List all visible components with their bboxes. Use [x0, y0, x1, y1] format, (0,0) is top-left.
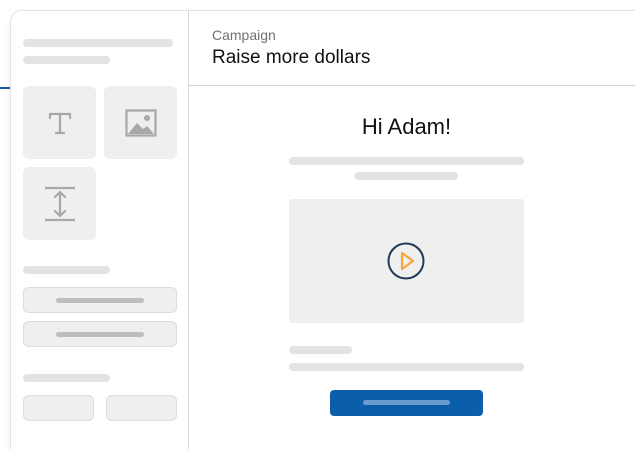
footer-text-placeholder-1 [289, 346, 352, 354]
email-greeting: Hi Adam! [361, 114, 452, 139]
spacer-icon [44, 186, 75, 221]
option-label-placeholder [56, 332, 144, 337]
footer-text-placeholder-2 [289, 363, 524, 371]
play-icon[interactable] [387, 242, 425, 280]
sidebar-heading-placeholder [23, 39, 173, 47]
campaign-header: Campaign Raise more dollars [189, 11, 635, 86]
accent-line [0, 87, 10, 89]
campaign-title: Raise more dollars [212, 47, 371, 68]
section-heading-placeholder-2 [23, 374, 110, 382]
text-icon [48, 112, 71, 134]
campaign-label: Campaign [212, 27, 276, 43]
email-builder-window: Campaign Raise more dollars Hi Adam! [10, 10, 635, 449]
option-half-button-1[interactable] [23, 395, 94, 421]
option-half-button-2[interactable] [106, 395, 177, 421]
email-preview-pane: Campaign Raise more dollars Hi Adam! [189, 11, 635, 449]
spacer-block-tile[interactable] [23, 167, 96, 240]
video-block[interactable] [289, 199, 524, 323]
section-heading-placeholder [23, 266, 110, 274]
option-button-1[interactable] [23, 287, 177, 313]
image-icon [124, 108, 157, 137]
image-block-tile[interactable] [104, 86, 177, 159]
option-label-placeholder [56, 298, 144, 303]
option-button-2[interactable] [23, 321, 177, 347]
text-block-tile[interactable] [23, 86, 96, 159]
cta-label-placeholder [363, 400, 450, 405]
body-text-placeholder-1 [289, 157, 524, 165]
blocks-sidebar [11, 11, 189, 449]
sidebar-subheading-placeholder [23, 56, 110, 64]
body-text-placeholder-2 [354, 172, 458, 180]
cta-button[interactable] [330, 390, 483, 416]
